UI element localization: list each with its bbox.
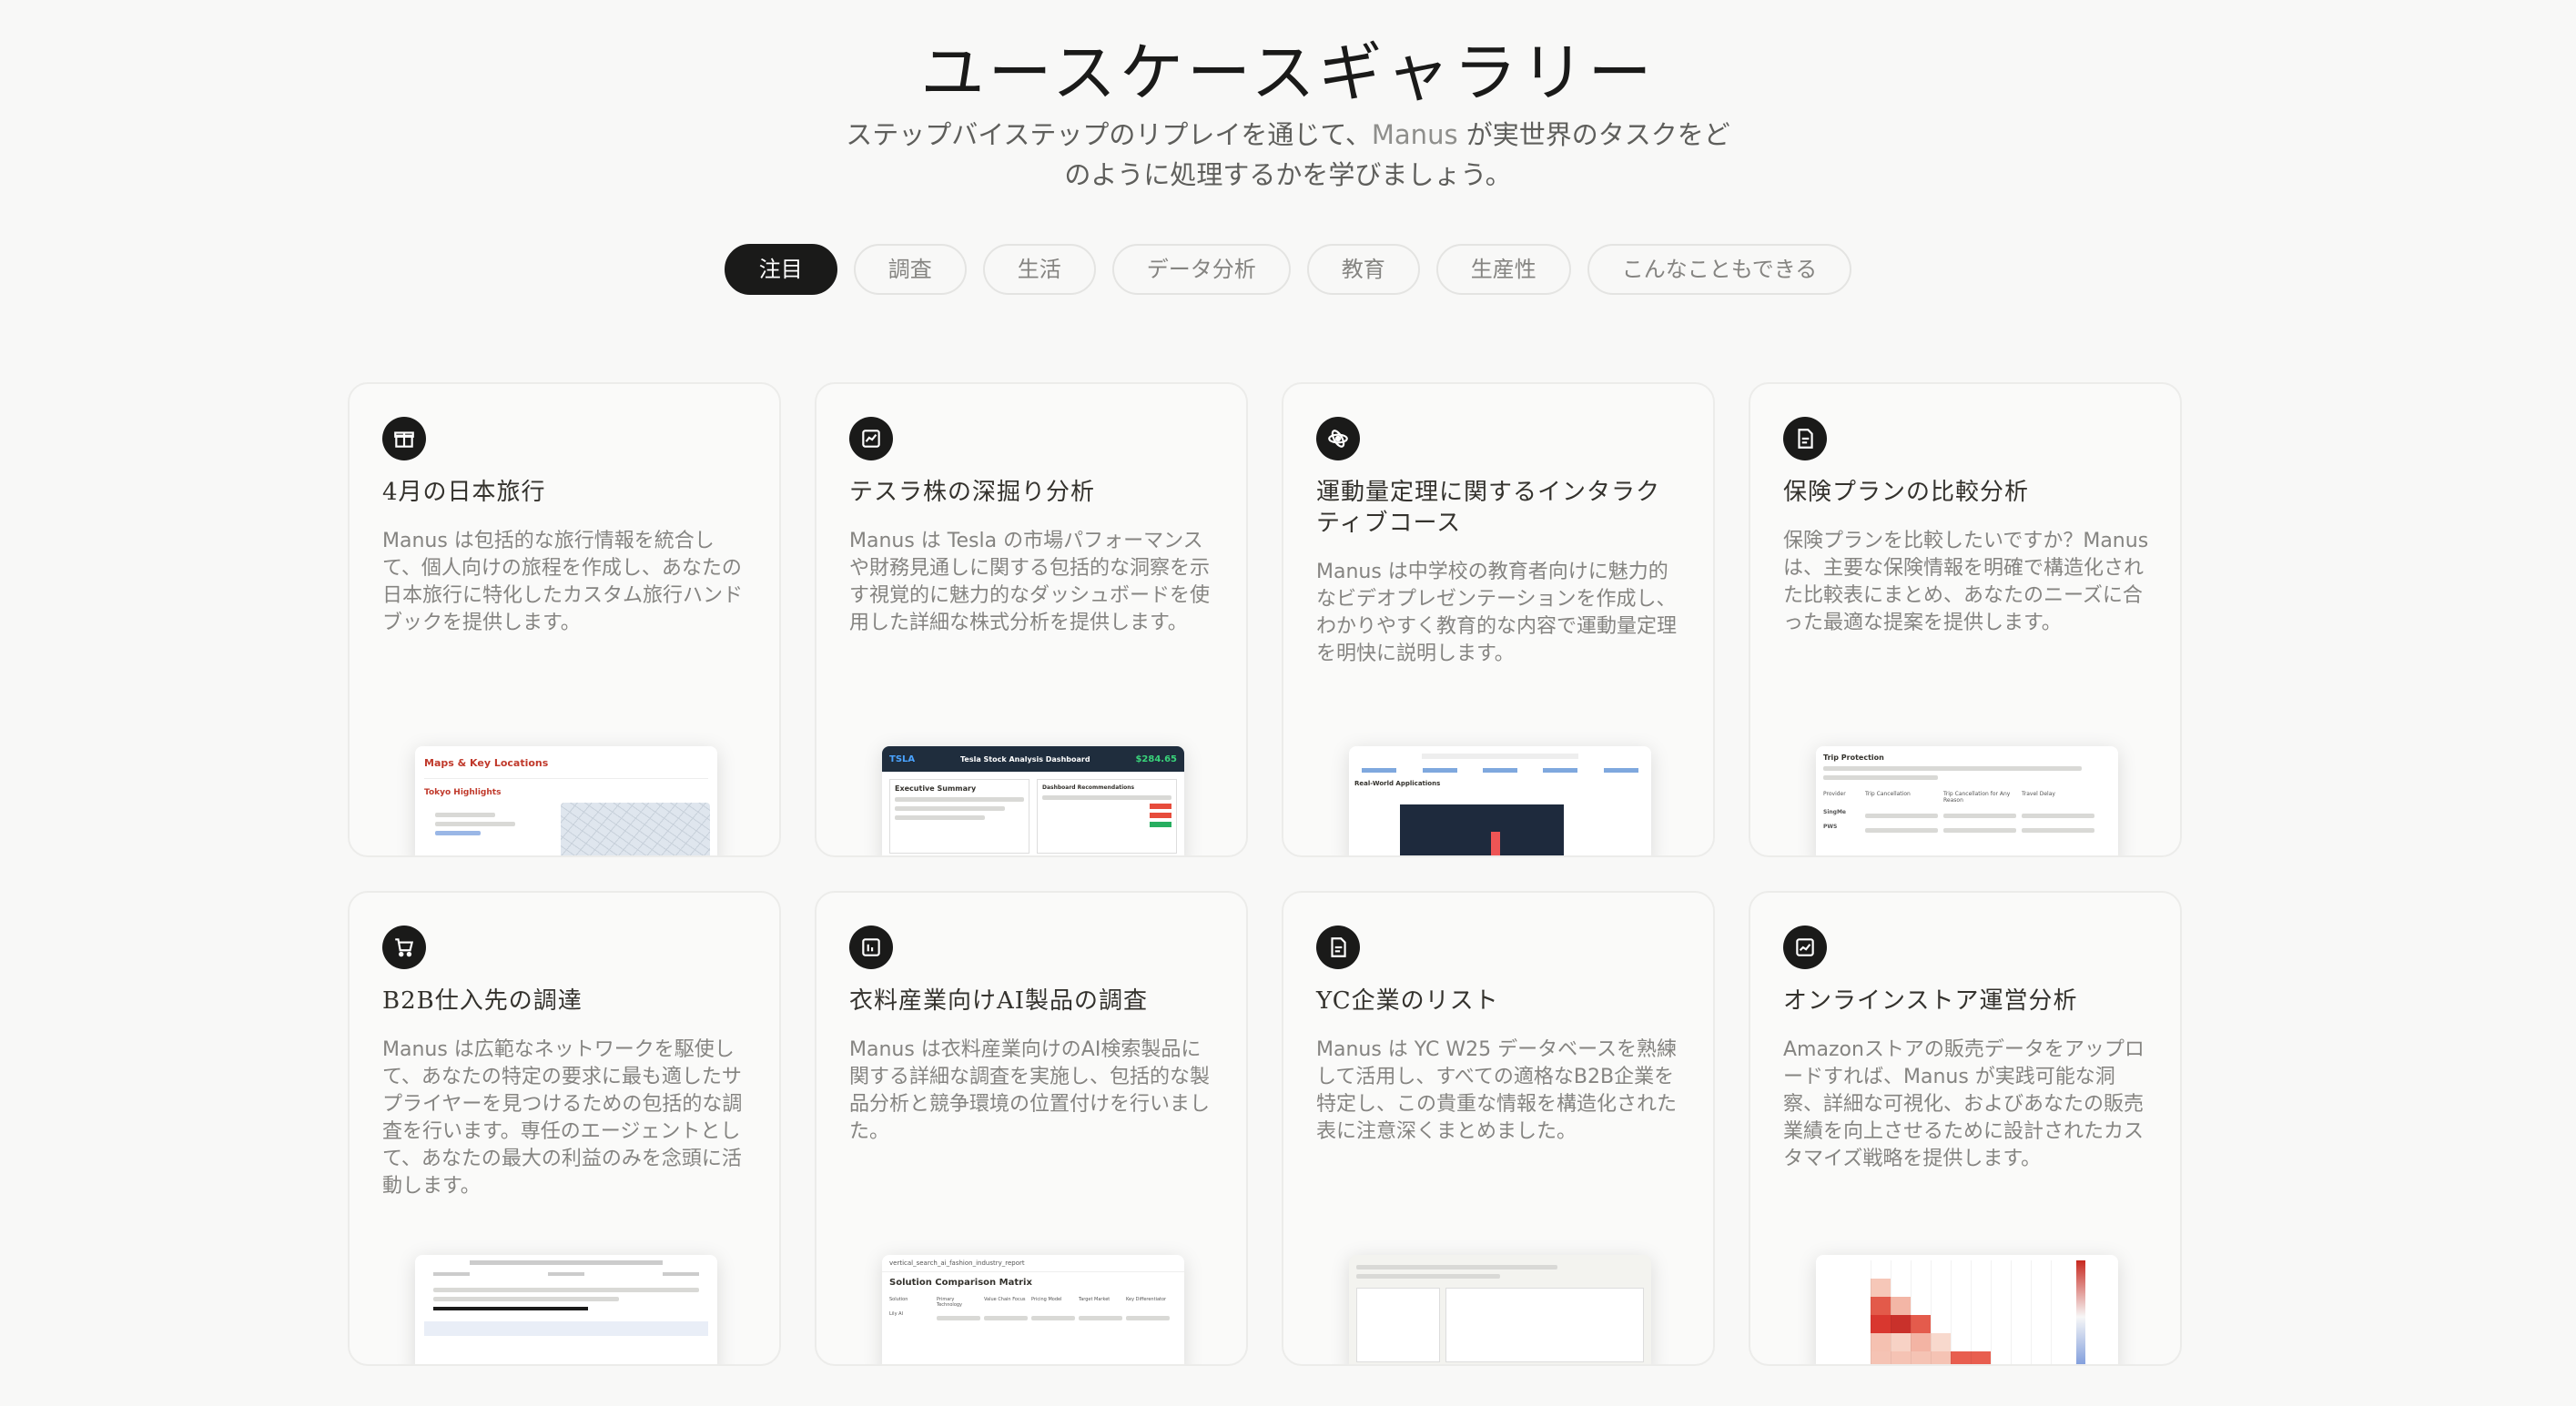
preview-heading: Trip Protection (1823, 754, 1884, 762)
use-case-card-japan-trip[interactable]: 4月の日本旅行 Manus は包括的な旅行情報を統合して、個人向けの旅程を作成し… (348, 382, 781, 857)
card-description: Manus は広範なネットワークを駆使して、あなたの特定の要求に最も適したサプラ… (382, 1038, 743, 1198)
use-case-card-b2b-sourcing[interactable]: B2B仕入先の調達 Manus は広範なネットワークを駆使して、あなたの特定の要… (348, 891, 781, 1366)
card-title: YC企業のリスト (1316, 987, 1499, 1015)
tab-more[interactable]: こんなこともできる (1587, 244, 1852, 295)
gallery-page: ユースケースギャラリー ステップバイステップのリプレイを通じて、Manus が実… (0, 0, 2576, 1406)
atom-icon (1316, 417, 1360, 460)
page-title: ユースケースギャラリー (920, 35, 1656, 110)
card-preview-thumbnail: Real-World Applications (1349, 746, 1651, 855)
preview-col-3: Trip Cancellation for Any Reason (1943, 791, 2011, 804)
card-preview-thumbnail (1349, 1255, 1651, 1364)
card-description: Manus は衣料産業向けのAI検索製品に関する詳細な調査を実施し、包括的な製品… (849, 1038, 1211, 1143)
card-title: 運動量定理に関するインタラクティブコース (1316, 479, 1661, 537)
preview-col-1: Provider (1823, 791, 1846, 797)
preview-section: Executive Summary (895, 784, 977, 793)
card-description: Manus は包括的な旅行情報を統合して、個人向けの旅程を作成し、あなたの日本旅… (382, 530, 744, 634)
preview-row-1: SingMe (1823, 809, 1846, 815)
card-preview-thumbnail: Maps & Key Locations Tokyo Highlights (415, 746, 717, 855)
use-case-card-yc-list[interactable]: YC企業のリスト Manus は YC W25 データベースを熟練して活用し、す… (1282, 891, 1715, 1366)
card-title: B2B仕入先の調達 (382, 987, 583, 1015)
use-case-card-online-store-analysis[interactable]: オンラインストア運営分析 Amazonストアの販売データをアップロードすれば、M… (1749, 891, 2182, 1366)
tab-featured[interactable]: 注目 (724, 244, 837, 295)
cart-icon (382, 926, 426, 969)
preview-col-3: Value Chain Focus (984, 1297, 1026, 1302)
analytics-icon (1783, 926, 1827, 969)
card-preview-thumbnail (415, 1255, 717, 1364)
preview-map (561, 803, 710, 855)
card-preview-thumbnail: TSLA Tesla Stock Analysis Dashboard $284… (882, 746, 1184, 855)
preview-subheading: Tokyo Highlights (424, 788, 502, 797)
document-icon (1783, 417, 1827, 460)
use-case-card-insurance-compare[interactable]: 保険プランの比較分析 保険プランを比較したいですか？Manus は、主要な保険情… (1749, 382, 2182, 857)
use-case-grid: 4月の日本旅行 Manus は包括的な旅行情報を統合して、個人向けの旅程を作成し… (348, 382, 2182, 1366)
preview-row-2: PWS (1823, 824, 1838, 830)
subtitle-line-1: ステップバイステップのリプレイを通じて、Manus が実世界のタスクをど (0, 115, 2576, 155)
card-title: 衣料産業向けAI製品の調査 (849, 987, 1149, 1015)
preview-section: Real-World Applications (1354, 780, 1441, 787)
tab-research[interactable]: 調査 (853, 244, 967, 295)
preview-video (1400, 804, 1564, 855)
card-title: 4月の日本旅行 (382, 479, 546, 506)
gift-icon (382, 417, 426, 460)
preview-heading: Maps & Key Locations (424, 757, 549, 769)
preview-col-1: Solution (889, 1297, 908, 1302)
document-icon (1316, 926, 1360, 969)
tab-productivity[interactable]: 生産性 (1435, 244, 1571, 295)
preview-filename: vertical_search_ai_fashion_industry_repo… (882, 1255, 1184, 1272)
preview-col-5: Target Market (1079, 1297, 1111, 1302)
card-preview-thumbnail: Trip Protection Provider Trip Cancellati… (1816, 746, 2118, 855)
card-description: Manus は Tesla の市場パフォーマンスや財務見通しに関する包括的な洞察… (849, 530, 1211, 634)
preview-header-bar: TSLA Tesla Stock Analysis Dashboard $284… (882, 746, 1184, 772)
card-title: テスラ株の深掘り分析 (849, 479, 1096, 506)
card-preview-thumbnail (1816, 1255, 2118, 1364)
card-preview-thumbnail: vertical_search_ai_fashion_industry_repo… (882, 1255, 1184, 1364)
use-case-card-fashion-ai-research[interactable]: 衣料産業向けAI製品の調査 Manus は衣料産業向けのAI検索製品に関する詳細… (815, 891, 1248, 1366)
preview-col-2: Primary Technology (937, 1297, 963, 1308)
use-case-card-momentum-course[interactable]: 運動量定理に関するインタラクティブコース Manus は中学校の教育者向けに魅力… (1282, 382, 1715, 857)
subtitle-line-2: のように処理するかを学びましょう。 (1064, 159, 1512, 190)
subtitle-brand: Manus (1371, 119, 1458, 150)
preview-heading: Solution Comparison Matrix (889, 1278, 1032, 1288)
category-tabs: 注目 調査 生活 データ分析 教育 生産性 こんなこともできる (0, 244, 2576, 295)
preview-colorbar (2076, 1260, 2085, 1364)
card-description: 保険プランを比較したいですか？Manus は、主要な保険情報を明確で構造化された… (1783, 530, 2149, 634)
tab-education[interactable]: 教育 (1306, 244, 1420, 295)
chart-box-icon (849, 417, 893, 460)
preview-row-1: Lily AI (889, 1311, 904, 1317)
preview-section-2: Dashboard Recommendations (1042, 784, 1135, 791)
preview-col-4: Pricing Model (1031, 1297, 1062, 1302)
card-title: 保険プランの比較分析 (1783, 479, 2030, 506)
use-case-card-tesla-stock[interactable]: テスラ株の深掘り分析 Manus は Tesla の市場パフォーマンスや財務見通… (815, 382, 1248, 857)
card-title: オンラインストア運営分析 (1783, 987, 2078, 1015)
card-description: Amazonストアの販売データをアップロードすれば、Manus が実践可能な洞察… (1783, 1038, 2145, 1170)
report-icon (849, 926, 893, 969)
subtitle-text-a: ステップバイステップのリプレイを通じて、 (846, 119, 1372, 150)
card-description: Manus は YC W25 データベースを熟練して活用し、すべての適格なB2B… (1316, 1038, 1678, 1143)
card-description: Manus は中学校の教育者向けに魅力的なビデオプレゼンテーションを作成し、わか… (1316, 561, 1678, 665)
preview-heading: Tesla Stock Analysis Dashboard (960, 754, 1090, 764)
preview-price: $284.65 (1135, 754, 1177, 764)
subtitle-text-b: が実世界のタスクをど (1465, 119, 1730, 150)
preview-col-4: Travel Delay (2022, 791, 2055, 797)
preview-heatmap (1871, 1260, 2053, 1364)
tab-data-analysis[interactable]: データ分析 (1111, 244, 1291, 295)
preview-col-2: Trip Cancellation (1865, 791, 1911, 797)
preview-ticker: TSLA (889, 754, 916, 764)
page-subtitle: ステップバイステップのリプレイを通じて、Manus が実世界のタスクをど のよう… (0, 115, 2576, 195)
preview-col-6: Key Differentiator (1126, 1297, 1167, 1302)
tab-life[interactable]: 生活 (982, 244, 1096, 295)
